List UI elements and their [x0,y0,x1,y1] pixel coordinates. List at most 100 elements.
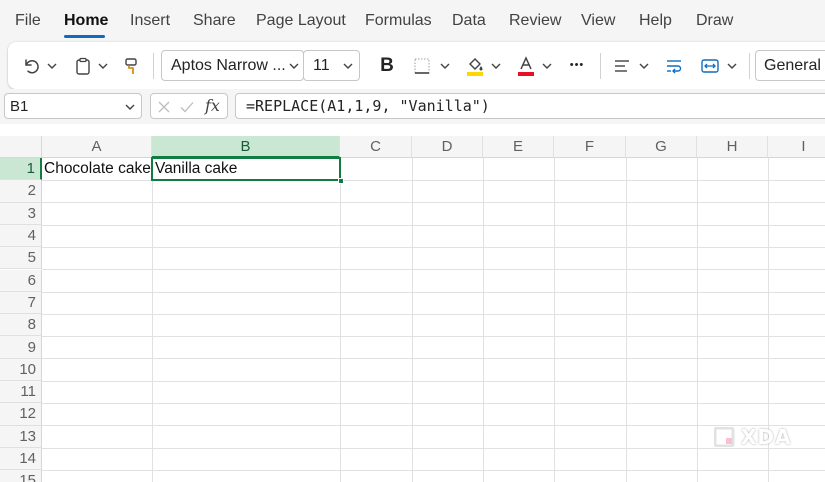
menu-file[interactable]: File [15,12,41,30]
menu-bar: File Home Insert Share Page Layout Formu… [0,0,825,42]
column-header-b[interactable]: B [152,136,340,158]
gridline [42,403,825,404]
gridline [554,158,555,482]
gridline [42,358,825,360]
xda-logo-icon [714,427,735,447]
font-color-chevron-down-icon[interactable] [540,59,554,73]
font-name-select[interactable]: Aptos Narrow ... [161,50,304,81]
row-header-12[interactable]: 12 [0,403,42,426]
font-name-value: Aptos Narrow ... [171,56,286,74]
cell-a1[interactable]: Chocolate cake [44,158,151,180]
chevron-down-icon [289,63,299,69]
column-header-f[interactable]: F [554,136,626,158]
fill-handle[interactable] [338,178,344,184]
row-header-10[interactable]: 10 [0,358,42,381]
menu-share[interactable]: Share [193,12,236,30]
gridline [412,158,413,482]
menu-home[interactable]: Home [64,12,108,30]
gridline [42,336,825,338]
xda-watermark-logo: XDA [714,425,796,449]
row-header-4[interactable]: 4 [0,224,42,248]
cancel-icon[interactable] [156,99,172,115]
gridline [42,269,825,271]
menu-view[interactable]: View [581,12,615,30]
row-header-6[interactable]: 6 [0,269,42,292]
clipboard-chevron-down-icon[interactable] [96,59,110,73]
gridline [42,313,825,315]
borders-icon[interactable] [411,55,433,77]
ribbon-separator [153,53,154,79]
gridline [340,158,341,482]
row-header-11[interactable]: 11 [0,381,42,404]
chevron-down-icon[interactable] [123,100,137,114]
row-header-2[interactable]: 2 [0,180,42,203]
enter-check-icon[interactable] [179,99,195,115]
row-header-5[interactable]: 5 [0,247,42,270]
number-format-select[interactable]: General [755,50,825,81]
fill-color-icon[interactable] [464,54,486,78]
menu-insert[interactable]: Insert [130,12,170,30]
chevron-down-icon [343,63,353,69]
fill-color-chevron-down-icon[interactable] [489,59,503,73]
column-header-g[interactable]: G [626,136,697,158]
wrap-text-icon[interactable] [663,55,685,77]
column-header-h[interactable]: H [697,136,768,158]
align-chevron-down-icon[interactable] [637,59,651,73]
gridline [42,202,825,204]
insert-function-button[interactable]: fx [205,96,220,115]
row-header-1[interactable]: 1 [0,158,42,181]
menu-page-layout[interactable]: Page Layout [256,12,346,30]
menu-draw[interactable]: Draw [696,12,733,30]
undo-icon[interactable] [20,55,42,77]
format-painter-icon[interactable] [120,55,142,77]
gridline [483,158,484,482]
menu-review[interactable]: Review [509,12,561,30]
menu-data[interactable]: Data [452,12,486,30]
column-header-i[interactable]: I [768,136,825,158]
font-size-select[interactable]: 11 [303,50,360,81]
align-icon[interactable] [611,55,633,77]
gridline [697,158,698,482]
name-box[interactable]: B1 [4,93,142,119]
gridline [42,224,825,226]
font-size-value: 11 [313,56,330,74]
watermark-text: XDA [741,425,792,449]
merge-cells-icon[interactable] [699,55,721,77]
row-header-9[interactable]: 9 [0,336,42,359]
ribbon-separator [749,53,750,79]
gridline [152,158,153,482]
menu-help[interactable]: Help [639,12,672,30]
row-header-14[interactable]: 14 [0,447,42,471]
column-header-d[interactable]: D [412,136,483,158]
column-header-a[interactable]: A [42,136,152,158]
undo-chevron-down-icon[interactable] [45,59,59,73]
ribbon-toolbar: Aptos Narrow ... 11 B ••• General [8,42,825,89]
column-header-c[interactable]: C [340,136,412,158]
font-color-icon[interactable] [515,54,537,78]
gridline [42,291,825,293]
gridline [42,425,825,427]
borders-chevron-down-icon[interactable] [438,59,452,73]
merge-chevron-down-icon[interactable] [725,59,739,73]
gridline [42,469,825,471]
name-box-value: B1 [10,97,29,115]
row-header-13[interactable]: 13 [0,425,42,448]
ribbon-separator [600,53,601,79]
number-format-value: General [764,56,821,74]
more-options-button[interactable]: ••• [564,54,590,76]
gridline [42,447,825,449]
row-header-8[interactable]: 8 [0,314,42,337]
select-all-corner[interactable] [0,136,42,158]
column-header-e[interactable]: E [483,136,554,158]
row-header-3[interactable]: 3 [0,202,42,225]
gridline [42,246,825,248]
row-header-15[interactable]: 15 [0,470,42,482]
clipboard-icon[interactable] [72,55,94,77]
formula-input[interactable]: =REPLACE(A1,1,9, "Vanilla") [235,93,825,119]
spreadsheet-grid: A B C D E F G H I 1 2 3 4 5 6 7 8 9 10 1… [0,124,825,482]
bold-button[interactable]: B [376,54,398,78]
gridline [626,158,627,482]
formula-actions: fx [150,93,228,119]
row-header-7[interactable]: 7 [0,291,42,315]
menu-formulas[interactable]: Formulas [365,12,432,30]
